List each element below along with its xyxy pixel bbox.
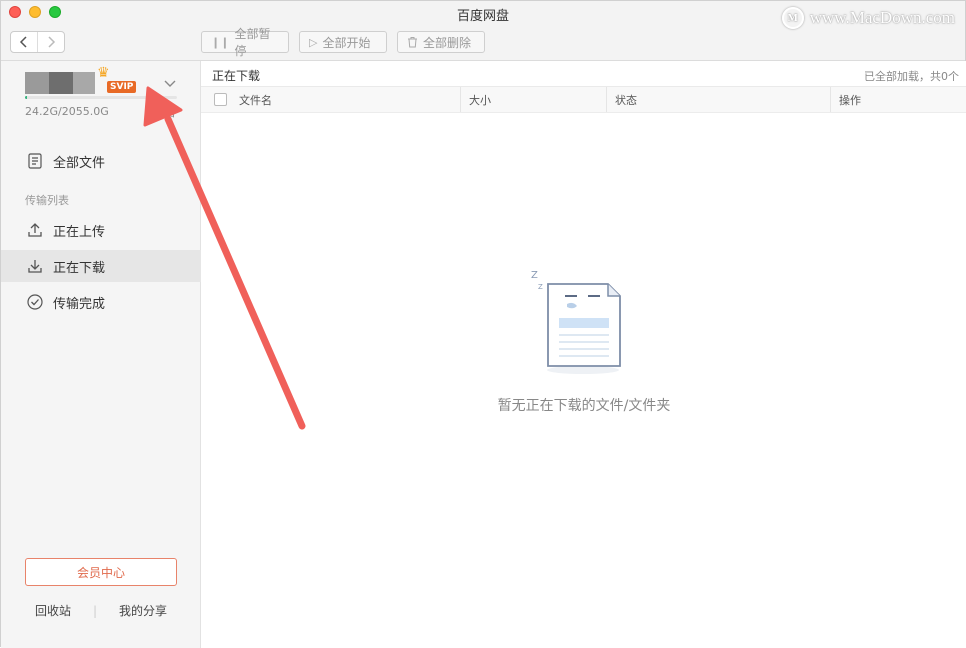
back-button[interactable] [11, 32, 37, 52]
pause-all-button[interactable]: ❙❙ 全部暂停 [201, 27, 289, 58]
quota-text: 24.2G/2055.0G [25, 105, 109, 118]
recycle-bin-link[interactable]: 回收站 [35, 602, 71, 619]
chevron-right-icon [48, 36, 56, 48]
pause-all-label: 全部暂停 [234, 27, 271, 58]
sidebar-item-label: 全部文件 [53, 155, 106, 171]
select-all-checkbox[interactable] [213, 93, 227, 106]
sidebar-item-all-files[interactable]: 全部文件 [1, 145, 201, 177]
username-redacted [49, 72, 73, 94]
table-header: 文件名 大小 状态 操作 [201, 87, 966, 113]
empty-document-illustration: Z Z [531, 270, 621, 374]
svip-label: SVIP [107, 81, 137, 93]
watermark-logo: M [781, 7, 804, 29]
account-menu-button[interactable] [164, 78, 176, 91]
sidebar: ♛ SVIP 24.2G/2055.0G 香 全部文件 传输列表 正在上传 正在… [1, 61, 201, 648]
avatar [25, 72, 49, 94]
app-window: 百度网盘 M www.MacDown.com ❙❙ 全部暂停 ▷ 全部开始 全部… [0, 0, 966, 648]
delete-all-label: 全部删除 [423, 35, 472, 50]
trash-icon [408, 37, 417, 48]
page-title: 正在下载 [212, 69, 261, 83]
sidebar-item-label: 正在上传 [53, 224, 106, 240]
crown-icon: ♛ [97, 65, 110, 81]
upload-icon [27, 222, 43, 238]
chevron-left-icon [19, 36, 27, 48]
user-account[interactable]: ♛ SVIP [25, 65, 137, 94]
column-header-filename[interactable]: 文件名 [239, 87, 461, 112]
navigation-buttons [10, 31, 65, 53]
forward-button[interactable] [37, 32, 64, 52]
download-icon [27, 258, 43, 274]
sidebar-item-uploading[interactable]: 正在上传 [1, 214, 201, 246]
start-all-button[interactable]: ▷ 全部开始 [299, 31, 387, 53]
pause-icon: ❙❙ [211, 35, 230, 49]
paper-fold-shape [607, 284, 620, 297]
column-header-status[interactable]: 状态 [607, 87, 831, 112]
select-all-cell [201, 87, 239, 112]
vip-center-button[interactable]: 会员中心 [25, 558, 177, 586]
sidebar-item-completed[interactable]: 传输完成 [1, 286, 201, 318]
main-panel: 正在下载 已全部加载，共0个 文件名 大小 状态 操作 Z Z 暂无正在下载的文… [201, 61, 966, 648]
my-shares-link[interactable]: 我的分享 [119, 602, 167, 619]
title-bar: 百度网盘 M www.MacDown.com ❙❙ 全部暂停 ▷ 全部开始 全部… [1, 1, 965, 61]
chevron-down-icon [164, 80, 176, 87]
sidebar-item-label: 正在下载 [53, 260, 106, 276]
column-header-size[interactable]: 大小 [461, 87, 607, 112]
watermark-text: www.MacDown.com [809, 8, 955, 27]
sidebar-footer-links: 回收站 | 我的分享 [25, 602, 177, 619]
empty-state-message: 暂无正在下载的文件/文件夹 [497, 398, 671, 414]
start-all-label: 全部开始 [322, 35, 371, 50]
text-line-shape [559, 318, 609, 328]
transfer-list-heading: 传输列表 [25, 194, 69, 207]
svip-badge: ♛ SVIP [97, 65, 137, 93]
main-header: 正在下载 已全部加载，共0个 [201, 61, 966, 87]
username-redacted [73, 72, 95, 94]
check-circle-icon [27, 294, 43, 310]
play-icon: ▷ [309, 35, 318, 49]
quota-bar-fill [25, 96, 27, 99]
delete-all-button[interactable]: 全部删除 [397, 31, 485, 53]
quota-bar [25, 96, 177, 99]
sleep-z-icon: Z [531, 270, 538, 281]
divider: | [92, 603, 98, 618]
shadow-shape [547, 366, 619, 374]
quota-extra-text: 香 [165, 106, 176, 119]
load-status: 已全部加载，共0个 [864, 70, 959, 83]
sleep-z-icon: Z [538, 283, 543, 291]
document-icon [27, 153, 43, 169]
sidebar-item-downloading[interactable]: 正在下载 [1, 250, 201, 282]
sidebar-item-label: 传输完成 [53, 296, 106, 312]
watermark: M www.MacDown.com [781, 7, 955, 29]
column-header-actions: 操作 [839, 93, 861, 107]
